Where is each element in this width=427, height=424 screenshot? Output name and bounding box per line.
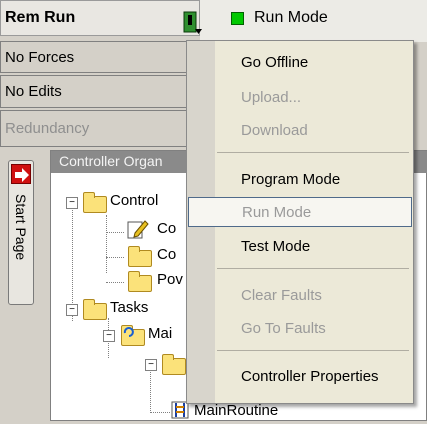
refresh-arrow-icon xyxy=(123,325,135,337)
menu-separator xyxy=(217,350,409,351)
menu-item-program-mode[interactable]: Program Mode xyxy=(188,164,412,194)
menu-separator xyxy=(217,152,409,153)
arrow-right-icon xyxy=(11,164,31,184)
menu-item-go-to-faults[interactable]: Go To Faults xyxy=(188,313,412,343)
tree-item-tasks[interactable]: Tasks xyxy=(110,299,148,316)
tree-item-controller[interactable]: Control xyxy=(110,192,158,209)
menu-item-go-offline[interactable]: Go Offline xyxy=(188,47,412,77)
tree-line xyxy=(106,232,124,233)
tree-item-controller-fault-handler[interactable]: Co xyxy=(157,246,176,263)
collapse-toggle-icon[interactable]: − xyxy=(145,359,157,371)
folder-icon xyxy=(128,246,152,267)
tree-line xyxy=(106,282,124,283)
edits-status-field[interactable]: No Edits xyxy=(0,75,200,108)
tree-item-controller-tags[interactable]: Co xyxy=(157,220,176,237)
controller-status-panel: Rem Run No Forces No Edits Redundancy xyxy=(0,0,200,150)
start-page-tab-label: Start Page xyxy=(13,194,29,261)
tree-line xyxy=(150,368,151,413)
menu-item-download[interactable]: Download xyxy=(188,115,412,145)
menu-item-upload[interactable]: Upload... xyxy=(188,82,412,112)
run-mode-status-label: Run Mode xyxy=(254,9,328,26)
menu-item-clear-faults[interactable]: Clear Faults xyxy=(188,280,412,310)
tree-line xyxy=(150,412,170,413)
controller-mode-field[interactable]: Rem Run xyxy=(0,0,200,36)
edit-tags-icon xyxy=(127,219,149,239)
folder-icon xyxy=(128,271,152,292)
folder-open-icon xyxy=(83,299,107,320)
program-folder-icon xyxy=(162,354,186,375)
tree-item-main-task[interactable]: Mai xyxy=(148,325,172,342)
menu-separator xyxy=(217,268,409,269)
menu-item-run-mode[interactable]: Run Mode xyxy=(188,197,412,227)
collapse-toggle-icon[interactable]: − xyxy=(66,304,78,316)
run-mode-indicator-icon xyxy=(231,12,244,25)
keyswitch-icon[interactable] xyxy=(183,11,203,35)
folder-open-icon xyxy=(83,192,107,213)
menu-item-test-mode[interactable]: Test Mode xyxy=(188,231,412,261)
collapse-toggle-icon[interactable]: − xyxy=(103,330,115,342)
tree-line xyxy=(106,257,124,258)
tree-line xyxy=(106,215,107,273)
tree-item-main-routine[interactable]: MainRoutine xyxy=(194,402,278,419)
forces-status-field[interactable]: No Forces xyxy=(0,41,200,73)
collapse-toggle-icon[interactable]: − xyxy=(66,197,78,209)
redundancy-status-field[interactable]: Redundancy xyxy=(0,110,200,147)
tree-item-power-up-handler[interactable]: Pov xyxy=(157,271,183,288)
menu-item-controller-properties[interactable]: Controller Properties xyxy=(188,361,412,391)
